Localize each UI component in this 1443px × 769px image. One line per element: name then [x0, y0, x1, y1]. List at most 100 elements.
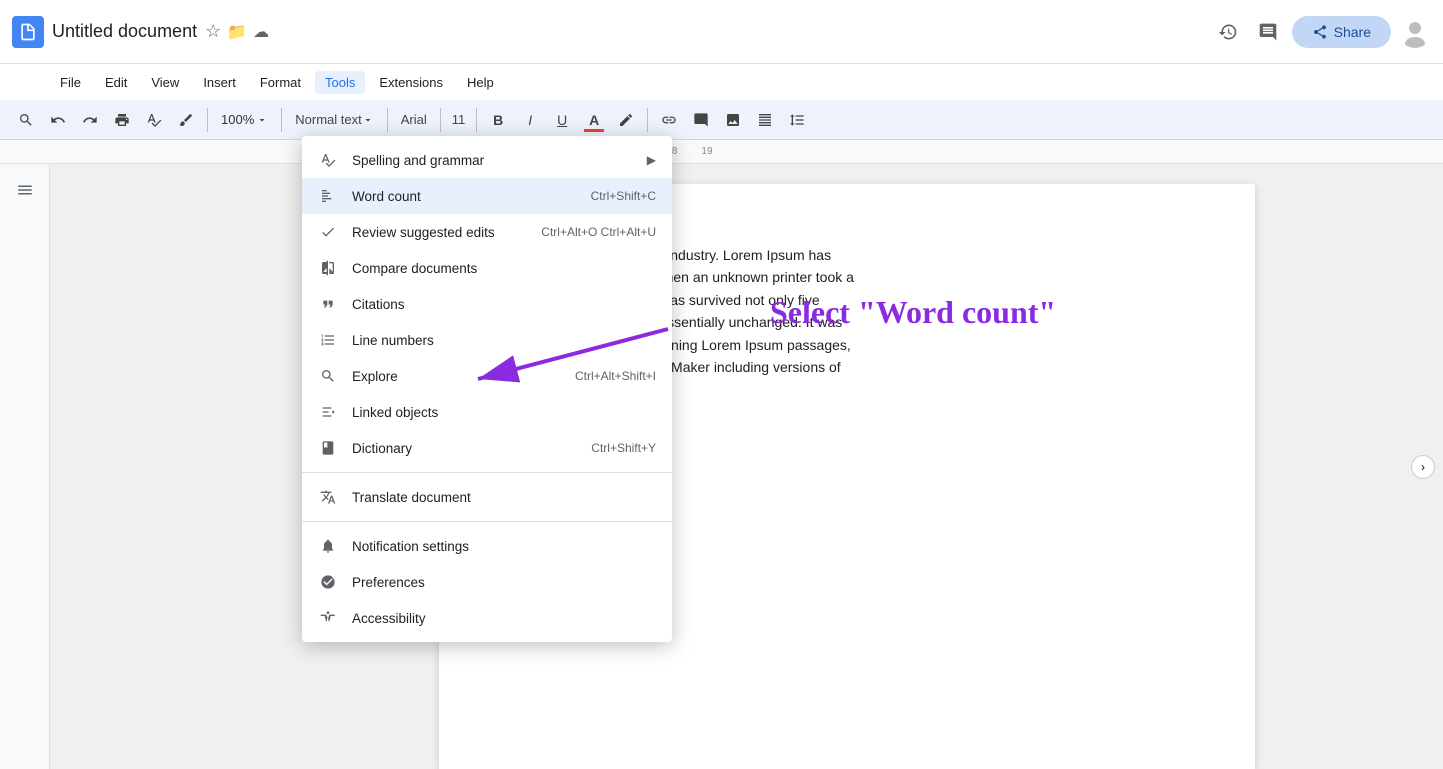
review-label: Review suggested edits	[352, 225, 521, 240]
review-shortcut: Ctrl+Alt+O Ctrl+Alt+U	[541, 225, 656, 239]
line-spacing-btn[interactable]	[783, 106, 811, 134]
line-numbers-icon	[318, 330, 338, 350]
print-btn[interactable]	[108, 106, 136, 134]
align-btn[interactable]	[751, 106, 779, 134]
underline-btn[interactable]: U	[548, 106, 576, 134]
normal-text-btn[interactable]: Normal text	[289, 106, 379, 134]
preferences-icon	[318, 572, 338, 592]
cloud-icon[interactable]: ☁	[253, 22, 269, 42]
share-button[interactable]: Share	[1292, 16, 1391, 48]
zoom-btn[interactable]: 100%	[215, 106, 274, 134]
link-btn[interactable]	[655, 106, 683, 134]
ruler-tick: 19	[689, 146, 724, 157]
translate-icon	[318, 487, 338, 507]
linked-icon	[318, 402, 338, 422]
review-icon	[318, 222, 338, 242]
line-numbers-label: Line numbers	[352, 333, 656, 348]
word-count-label: Word count	[352, 189, 571, 204]
menu-bar: File Edit View Insert Format Tools Exten…	[0, 64, 1443, 100]
folder-icon[interactable]: 📁	[227, 22, 247, 42]
menu-tools[interactable]: Tools	[315, 71, 365, 94]
image-btn[interactable]	[719, 106, 747, 134]
translate-label: Translate document	[352, 490, 656, 505]
notification-label: Notification settings	[352, 539, 656, 554]
spellcheck-btn[interactable]	[140, 106, 168, 134]
format-paint-btn[interactable]	[172, 106, 200, 134]
font-size-btn[interactable]: 11	[448, 106, 470, 134]
tools-dropdown: Spelling and grammar ▶ Word count Ctrl+S…	[302, 136, 672, 642]
compare-label: Compare documents	[352, 261, 656, 276]
italic-btn[interactable]: I	[516, 106, 544, 134]
accessibility-icon	[318, 608, 338, 628]
spell-icon	[318, 150, 338, 170]
doc-title[interactable]: Untitled document	[52, 21, 197, 42]
citations-icon	[318, 294, 338, 314]
undo-btn[interactable]	[44, 106, 72, 134]
redo-btn[interactable]	[76, 106, 104, 134]
menu-item-preferences[interactable]: Preferences	[302, 564, 672, 600]
sidebar-collapse-btn[interactable]: ›	[1411, 455, 1435, 479]
toolbar-sep-2	[281, 108, 282, 132]
toolbar: 100% Normal text Arial 11 B I U A	[0, 100, 1443, 140]
top-bar: Untitled document ☆ 📁 ☁ Share	[0, 0, 1443, 64]
comment-btn[interactable]	[687, 106, 715, 134]
menu-item-compare[interactable]: Compare documents	[302, 250, 672, 286]
doc-area[interactable]: printing and typesetting industry. Lorem…	[50, 164, 1443, 769]
spelling-arrow: ▶	[647, 153, 656, 167]
menu-item-review[interactable]: Review suggested edits Ctrl+Alt+O Ctrl+A…	[302, 214, 672, 250]
top-right: Share	[1212, 16, 1431, 48]
zoom-value: 100%	[221, 112, 254, 127]
bold-btn[interactable]: B	[484, 106, 512, 134]
user-avatar[interactable]	[1399, 16, 1431, 48]
history-icon[interactable]	[1212, 16, 1244, 48]
toolbar-sep-1	[207, 108, 208, 132]
dictionary-label: Dictionary	[352, 441, 571, 456]
toolbar-sep-6	[647, 108, 648, 132]
menu-item-linked[interactable]: Linked objects	[302, 394, 672, 430]
divider-1	[302, 472, 672, 473]
menu-item-accessibility[interactable]: Accessibility	[302, 600, 672, 636]
menu-item-word-count[interactable]: Word count Ctrl+Shift+C	[302, 178, 672, 214]
accessibility-label: Accessibility	[352, 611, 656, 626]
menu-insert[interactable]: Insert	[193, 71, 246, 94]
menu-extensions[interactable]: Extensions	[369, 71, 453, 94]
doc-title-row: Untitled document ☆ 📁 ☁	[52, 21, 1212, 42]
menu-item-spelling[interactable]: Spelling and grammar ▶	[302, 142, 672, 178]
doc-title-area: Untitled document ☆ 📁 ☁	[52, 21, 1212, 42]
menu-item-dictionary[interactable]: Dictionary Ctrl+Shift+Y	[302, 430, 672, 466]
sidebar-menu-btn[interactable]	[11, 176, 39, 204]
menu-edit[interactable]: Edit	[95, 71, 137, 94]
menu-file[interactable]: File	[50, 71, 91, 94]
menu-item-explore[interactable]: Explore Ctrl+Alt+Shift+I	[302, 358, 672, 394]
text-color-btn[interactable]: A	[580, 106, 608, 134]
explore-label: Explore	[352, 369, 555, 384]
menu-help[interactable]: Help	[457, 71, 504, 94]
menu-format[interactable]: Format	[250, 71, 311, 94]
menu-item-notification[interactable]: Notification settings	[302, 528, 672, 564]
dictionary-shortcut: Ctrl+Shift+Y	[591, 441, 656, 455]
word-count-icon	[318, 186, 338, 206]
compare-icon	[318, 258, 338, 278]
main-area: printing and typesetting industry. Lorem…	[0, 164, 1443, 769]
toolbar-sep-5	[476, 108, 477, 132]
citations-label: Citations	[352, 297, 656, 312]
title-icons: ☆ 📁 ☁	[205, 21, 269, 42]
word-count-shortcut: Ctrl+Shift+C	[591, 189, 656, 203]
divider-2	[302, 521, 672, 522]
search-toolbar-btn[interactable]	[12, 106, 40, 134]
spelling-label: Spelling and grammar	[352, 153, 639, 168]
notification-icon	[318, 536, 338, 556]
comments-icon[interactable]	[1252, 16, 1284, 48]
menu-view[interactable]: View	[141, 71, 189, 94]
ruler: 8 9 10 11 12 13 14 15 ▼16 17 18 19	[0, 140, 1443, 164]
menu-item-line-numbers[interactable]: Line numbers	[302, 322, 672, 358]
star-icon[interactable]: ☆	[205, 21, 221, 42]
highlight-btn[interactable]	[612, 106, 640, 134]
explore-shortcut: Ctrl+Alt+Shift+I	[575, 369, 656, 383]
left-sidebar	[0, 164, 50, 769]
dictionary-icon	[318, 438, 338, 458]
font-name-btn[interactable]: Arial	[395, 106, 433, 134]
menu-item-translate[interactable]: Translate document	[302, 479, 672, 515]
menu-item-citations[interactable]: Citations	[302, 286, 672, 322]
doc-icon	[12, 16, 44, 48]
